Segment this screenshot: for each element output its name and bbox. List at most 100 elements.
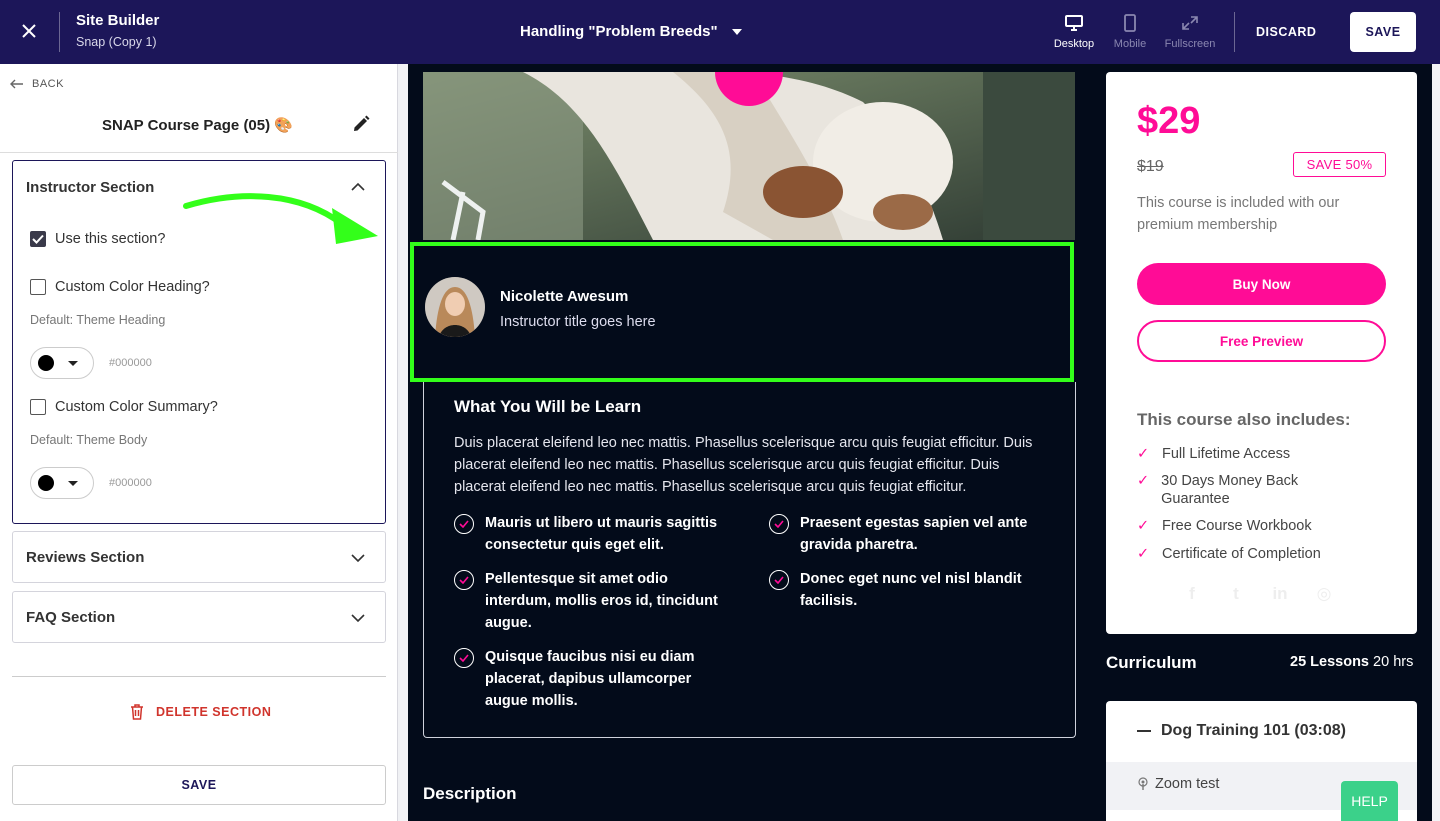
view-mobile-button[interactable]: Mobile xyxy=(1098,14,1162,50)
check-circle-icon xyxy=(454,514,474,534)
site-canvas: Nicolette Awesum Instructor title goes h… xyxy=(408,64,1432,821)
learn-item: Mauris ut libero ut mauris sagittis cons… xyxy=(454,512,734,556)
course-hours: 20 hrs xyxy=(1373,654,1414,670)
save-badge: SAVE 50% xyxy=(1293,152,1386,177)
lesson-count: 25 Lessons xyxy=(1290,654,1369,670)
check-icon: ✓ xyxy=(1137,446,1150,462)
checkbox-icon[interactable] xyxy=(30,279,46,295)
save-section-button[interactable]: SAVE xyxy=(12,765,386,805)
check-circle-icon xyxy=(769,514,789,534)
editor-sidebar: BACK SNAP Course Page (05) 🎨 Instructor … xyxy=(0,64,398,821)
heading-default-hint: Default: Theme Heading xyxy=(30,313,166,327)
use-section-checkbox[interactable]: Use this section? xyxy=(30,231,165,247)
help-button[interactable]: HELP xyxy=(1341,781,1398,821)
pencil-icon[interactable] xyxy=(352,115,370,138)
whatsapp-icon[interactable]: ◎ xyxy=(1314,584,1334,604)
top-bar: Site Builder Snap (Copy 1) Handling "Pro… xyxy=(0,0,1440,64)
delete-section-label: DELETE SECTION xyxy=(156,705,272,719)
view-fullscreen-button[interactable]: Fullscreen xyxy=(1158,14,1222,50)
view-mobile-label: Mobile xyxy=(1113,38,1147,50)
reviews-section-panel[interactable]: Reviews Section xyxy=(12,531,386,583)
caret-down-icon xyxy=(731,28,742,35)
divider xyxy=(12,676,386,677)
check-circle-icon xyxy=(454,648,474,668)
includes-title: This course also includes: xyxy=(1137,410,1351,429)
curriculum-lesson: Zoom test xyxy=(1137,776,1219,792)
includes-item: ✓ Full Lifetime Access xyxy=(1137,445,1290,463)
faq-section-panel[interactable]: FAQ Section xyxy=(12,591,386,643)
twitter-icon[interactable]: t xyxy=(1226,584,1246,604)
preview-scrollbar[interactable] xyxy=(1432,64,1440,821)
learn-item: Quisque faucibus nisi eu diam placerat, … xyxy=(454,646,734,712)
custom-heading-label: Custom Color Heading? xyxy=(55,279,210,295)
free-preview-button[interactable]: Free Preview xyxy=(1137,320,1386,362)
checkbox-icon[interactable] xyxy=(30,399,46,415)
custom-heading-checkbox[interactable]: Custom Color Heading? xyxy=(30,279,210,295)
course-hero-image xyxy=(423,72,1075,240)
chevron-down-icon[interactable] xyxy=(351,550,365,568)
close-icon[interactable] xyxy=(18,20,40,42)
divider xyxy=(1234,12,1235,52)
checkbox-checked-icon[interactable] xyxy=(30,231,46,247)
check-icon: ✓ xyxy=(1137,546,1150,562)
summary-color-picker[interactable] xyxy=(30,467,94,499)
site-name: Snap (Copy 1) xyxy=(76,35,157,49)
custom-summary-checkbox[interactable]: Custom Color Summary? xyxy=(30,399,218,415)
lesson-title: Zoom test xyxy=(1155,776,1220,792)
module-title: Dog Training 101 (03:08) xyxy=(1161,722,1346,739)
app-title: Site Builder xyxy=(76,12,160,29)
save-button[interactable]: SAVE xyxy=(1350,12,1416,52)
curriculum-meta: 25 Lessons 20 hrs xyxy=(1290,654,1413,670)
divider xyxy=(59,12,60,52)
includes-item-text: Certificate of Completion xyxy=(1162,546,1321,562)
learn-title: What You Will be Learn xyxy=(454,397,642,416)
view-desktop-button[interactable]: Desktop xyxy=(1042,14,1106,50)
arrow-left-icon xyxy=(10,79,23,89)
mobile-icon xyxy=(1124,14,1136,32)
check-icon: ✓ xyxy=(1137,518,1150,534)
learn-item-text: Praesent egestas sapien vel ante gravida… xyxy=(800,515,1028,553)
caret-down-icon xyxy=(68,360,78,366)
buy-now-button[interactable]: Buy Now xyxy=(1137,263,1386,305)
color-swatch xyxy=(38,475,54,491)
curriculum-module[interactable]: Dog Training 101 (03:08) xyxy=(1137,722,1346,740)
page-selector-label: Handling "Problem Breeds" xyxy=(520,23,718,40)
check-icon: ✓ xyxy=(1137,473,1150,489)
includes-item: ✓ Certificate of Completion xyxy=(1137,545,1321,563)
instructor-section-title[interactable]: Instructor Section xyxy=(26,179,154,196)
podcast-icon xyxy=(1138,777,1148,790)
learn-paragraph: Duis placerat eleifend leo nec mattis. P… xyxy=(454,435,1033,495)
page-name: SNAP Course Page (05) 🎨 xyxy=(102,117,293,134)
use-section-label: Use this section? xyxy=(55,231,166,247)
includes-item-text: 30 Days Money Back Guarantee xyxy=(1161,473,1299,507)
delete-section-button[interactable]: DELETE SECTION xyxy=(130,704,271,720)
heading-color-picker[interactable] xyxy=(30,347,94,379)
minus-icon xyxy=(1137,730,1151,732)
social-share-row: f t in ◎ xyxy=(1182,584,1334,604)
includes-item-text: Free Course Workbook xyxy=(1162,518,1312,534)
heading-hex-value[interactable]: #000000 xyxy=(109,357,152,369)
curriculum-title: Curriculum xyxy=(1106,653,1197,672)
instructor-section-highlight[interactable]: Nicolette Awesum Instructor title goes h… xyxy=(410,242,1074,382)
learn-item-text: Quisque faucibus nisi eu diam placerat, … xyxy=(485,649,695,709)
includes-item: ✓ Free Course Workbook xyxy=(1137,517,1312,535)
learn-section: What You Will be Learn Duis placerat ele… xyxy=(423,382,1076,738)
membership-note: This course is included with our premium… xyxy=(1137,195,1340,233)
instructor-name: Nicolette Awesum xyxy=(500,288,629,305)
trash-icon xyxy=(131,704,143,720)
view-desktop-label: Desktop xyxy=(1053,38,1095,50)
pricing-card: $29 $19 SAVE 50% This course is included… xyxy=(1106,72,1417,634)
summary-hex-value[interactable]: #000000 xyxy=(109,477,152,489)
discard-button[interactable]: DISCARD xyxy=(1256,25,1316,39)
learn-item-text: Mauris ut libero ut mauris sagittis cons… xyxy=(485,515,718,553)
price: $29 xyxy=(1137,100,1201,142)
divider xyxy=(0,152,398,153)
page-selector[interactable]: Handling "Problem Breeds" xyxy=(520,23,742,40)
back-link[interactable]: BACK xyxy=(10,78,64,90)
linkedin-icon[interactable]: in xyxy=(1270,584,1290,604)
facebook-icon[interactable]: f xyxy=(1182,584,1202,604)
chevron-down-icon[interactable] xyxy=(351,610,365,628)
desktop-icon xyxy=(1065,15,1083,31)
learn-item: Pellentesque sit amet odio interdum, mol… xyxy=(454,568,734,634)
color-swatch xyxy=(38,355,54,371)
